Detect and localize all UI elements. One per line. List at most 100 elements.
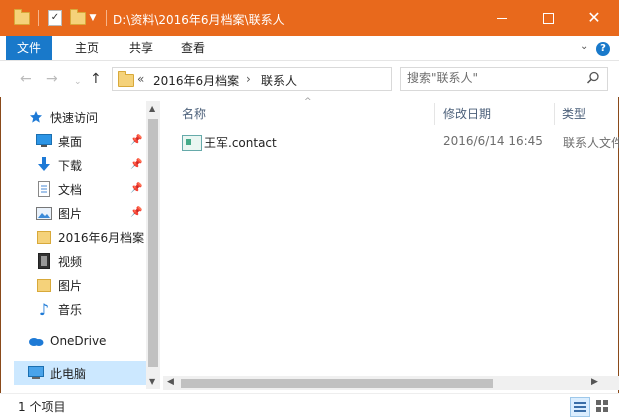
computer-icon <box>28 365 44 381</box>
status-bar: 1 个项目 <box>0 393 619 420</box>
onedrive-icon <box>28 333 44 349</box>
explorer-window: ✓ ▼ D:\资料\2016年6月档案\联系人 ✕ 文件 主页 共享 查看 ⌄ … <box>0 0 619 420</box>
sidebar-item-label: 此电脑 <box>50 366 87 381</box>
pin-icon[interactable]: 📌 <box>130 159 142 170</box>
tab-file[interactable]: 文件 <box>6 36 52 60</box>
breadcrumb-overflow[interactable]: « <box>137 72 144 86</box>
large-icons-view-icon <box>596 400 608 412</box>
sidebar-item-pictures-folder[interactable]: 图片 <box>14 273 146 297</box>
column-header-type[interactable]: 类型 <box>562 105 586 122</box>
details-view-button[interactable] <box>570 397 590 417</box>
table-row[interactable]: 王军.contact 2016/6/14 16:45 联系人文件 <box>176 131 619 153</box>
sidebar-item-label: 图片 <box>58 206 83 221</box>
window-title: D:\资料\2016年6月档案\联系人 <box>113 13 285 27</box>
sidebar-item-pictures[interactable]: 图片 📌 <box>14 201 146 225</box>
sort-ascending-icon: ^ <box>304 97 312 107</box>
file-list-scrollbar[interactable]: ◀ ▶ <box>163 376 603 390</box>
star-icon <box>28 109 44 125</box>
sidebar-item-this-pc[interactable]: 此电脑 <box>14 361 146 385</box>
folder-icon <box>36 229 52 245</box>
maximize-button[interactable] <box>525 0 571 36</box>
breadcrumb-item[interactable]: 2016年6月档案 <box>153 72 239 89</box>
contact-file-icon <box>182 135 202 151</box>
details-view-icon <box>574 402 586 412</box>
minimize-icon <box>497 17 507 19</box>
item-count: 1 个项目 <box>18 400 66 414</box>
sidebar-item-label: 快速访问 <box>50 110 99 125</box>
address-bar[interactable]: « 2016年6月档案 › 联系人 ⌄ ↻ <box>112 67 496 91</box>
sidebar-item-onedrive[interactable]: OneDrive <box>14 329 146 353</box>
scroll-right-icon[interactable]: ▶ <box>591 377 598 387</box>
navigation-pane: 快速访问 桌面 📌 下载 📌 文档 📌 图片 📌 2016年6月档案 视频 图片… <box>14 101 146 389</box>
sidebar-item-archive-folder[interactable]: 2016年6月档案 <box>14 225 146 249</box>
pin-icon[interactable]: 📌 <box>130 207 142 218</box>
ribbon: 文件 主页 共享 查看 ⌄ <box>0 36 619 61</box>
column-divider[interactable] <box>434 103 435 125</box>
expand-ribbon-icon[interactable]: ⌄ <box>580 41 588 52</box>
download-icon <box>36 157 52 173</box>
new-folder-icon[interactable] <box>70 8 86 25</box>
video-icon <box>36 253 52 269</box>
scroll-up-icon[interactable]: ▲ <box>149 104 155 113</box>
sidebar-item-label: 文档 <box>58 182 83 197</box>
search-input[interactable] <box>407 70 577 86</box>
sidebar-item-label: OneDrive <box>50 334 107 348</box>
sidebar-item-desktop[interactable]: 桌面 📌 <box>14 129 146 153</box>
column-header-date[interactable]: 修改日期 <box>443 105 491 122</box>
properties-icon[interactable]: ✓ <box>48 10 62 26</box>
folder-icon <box>14 8 30 25</box>
pictures-icon <box>36 205 52 221</box>
document-icon <box>36 181 52 197</box>
help-icon[interactable]: ? <box>596 42 610 56</box>
sidebar-item-label: 下载 <box>58 158 83 173</box>
customize-toolbar-icon[interactable]: ▼ <box>88 11 98 25</box>
sidebar-item-label: 视频 <box>58 254 83 269</box>
tab-share[interactable]: 共享 <box>116 36 166 60</box>
large-icons-view-button[interactable] <box>593 397 611 415</box>
scrollbar-thumb[interactable] <box>148 119 158 367</box>
pin-icon[interactable]: 📌 <box>130 135 142 146</box>
scroll-down-icon[interactable]: ▼ <box>149 377 155 386</box>
minimize-button[interactable] <box>479 0 525 36</box>
column-divider[interactable] <box>554 103 555 125</box>
desktop-icon <box>36 133 52 149</box>
search-box[interactable] <box>400 67 608 91</box>
title-bar[interactable]: ✓ ▼ D:\资料\2016年6月档案\联系人 ✕ <box>0 0 619 36</box>
sidebar-item-downloads[interactable]: 下载 📌 <box>14 153 146 177</box>
file-list: ^ 名称 修改日期 类型 王军.contact 2016/6/14 16:45 … <box>160 97 619 393</box>
column-header-name[interactable]: 名称 <box>182 105 206 122</box>
close-icon: ✕ <box>587 8 601 27</box>
sidebar-item-label: 音乐 <box>58 302 83 317</box>
quick-access-toolbar <box>14 8 30 27</box>
navigation-pane-scrollbar[interactable]: ▲ ▼ <box>146 101 160 389</box>
sidebar-item-label: 图片 <box>58 278 83 293</box>
sidebar-item-label: 2016年6月档案 <box>58 230 145 245</box>
scroll-left-icon[interactable]: ◀ <box>167 377 174 387</box>
sidebar-item-quick-access[interactable]: 快速访问 <box>14 105 146 129</box>
music-icon: ♪ <box>38 299 50 319</box>
sidebar-item-documents[interactable]: 文档 📌 <box>14 177 146 201</box>
search-icon[interactable] <box>585 70 601 86</box>
tab-view[interactable]: 查看 <box>168 36 218 60</box>
breadcrumb-item[interactable]: 联系人 <box>261 72 297 89</box>
back-icon[interactable]: ← <box>20 72 32 86</box>
breadcrumb-separator[interactable]: › <box>246 72 251 86</box>
file-name: 王军.contact <box>204 136 277 150</box>
scrollbar-thumb[interactable] <box>181 379 493 388</box>
sidebar-item-music[interactable]: ♪ 音乐 <box>14 297 146 321</box>
scrollbar-corner <box>603 376 619 390</box>
forward-icon[interactable]: → <box>46 72 58 86</box>
sidebar-item-label: 桌面 <box>58 134 83 149</box>
toolbar-divider <box>38 10 39 26</box>
pin-icon[interactable]: 📌 <box>130 183 142 194</box>
maximize-icon <box>542 12 554 24</box>
folder-icon <box>36 277 52 293</box>
sidebar-item-videos[interactable]: 视频 <box>14 249 146 273</box>
tab-home[interactable]: 主页 <box>62 36 112 60</box>
up-icon[interactable]: ↑ <box>90 72 102 86</box>
recent-locations-icon[interactable]: ⌄ <box>74 75 82 89</box>
navigation-bar: ← → ⌄ ↑ « 2016年6月档案 › 联系人 ⌄ ↻ <box>0 61 619 97</box>
close-button[interactable]: ✕ <box>571 0 617 36</box>
folder-icon <box>118 71 134 87</box>
file-type: 联系人文件 <box>563 136 619 150</box>
